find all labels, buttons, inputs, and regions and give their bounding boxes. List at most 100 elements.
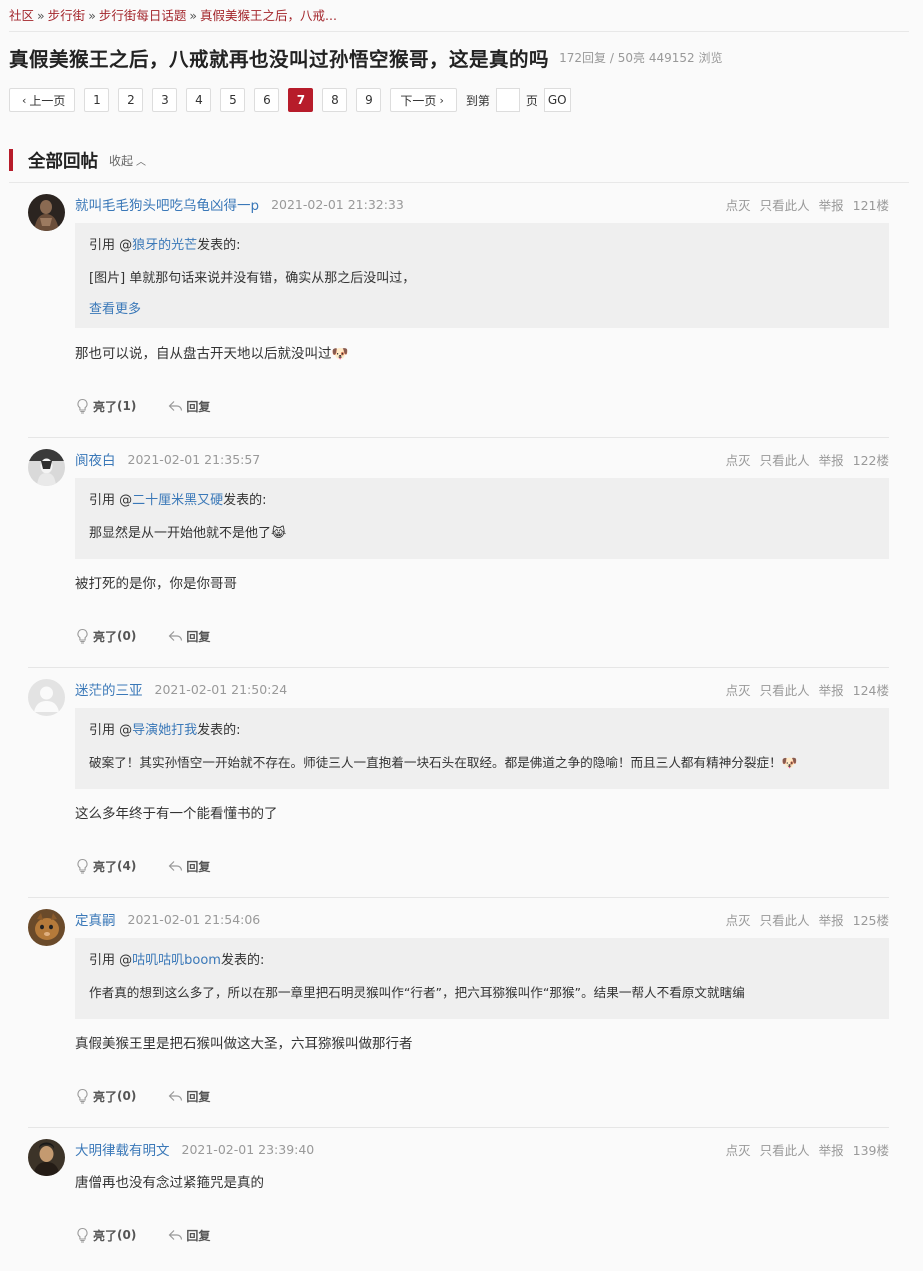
dislike-button[interactable]: 点灭 xyxy=(726,680,751,699)
collapse-button[interactable]: 收起 ︿ xyxy=(109,152,146,169)
only-this-user-button[interactable]: 只看此人 xyxy=(760,910,810,929)
username-link[interactable]: 阆夜白 xyxy=(75,449,116,469)
page-button-9[interactable]: 9 xyxy=(356,88,382,112)
quote-text: [图片] 单就那句话来说并没有错，确实从那之后没叫过， xyxy=(89,270,416,286)
post-actions: 点灭 只看此人 举报 124楼 xyxy=(717,680,889,699)
pagination: ‹ 上一页 1 2 3 4 5 6 7 8 9 下一页 › 到第 页 GO xyxy=(9,88,571,112)
go-button[interactable]: GO xyxy=(543,88,571,112)
page-button-5[interactable]: 5 xyxy=(220,88,246,112)
breadcrumb-item-daily-topic[interactable]: 步行街每日话题 xyxy=(99,8,187,23)
page-button-2[interactable]: 2 xyxy=(118,88,144,112)
goto-page-input[interactable] xyxy=(495,88,520,112)
quote-user-link[interactable]: 二十厘米黑又硬 xyxy=(132,489,223,508)
only-this-user-button[interactable]: 只看此人 xyxy=(760,195,810,214)
page-button-3[interactable]: 3 xyxy=(152,88,178,112)
report-button[interactable]: 举报 xyxy=(819,450,844,469)
only-this-user-button[interactable]: 只看此人 xyxy=(760,450,810,469)
page-title: 真假美猴王之后，八戒就再也没叫过孙悟空猴哥，这是真的吗 xyxy=(9,48,550,71)
dislike-button[interactable]: 点灭 xyxy=(726,450,751,469)
quote-header: 引用 @ 咕叽咕叽boom 发表的: xyxy=(89,948,875,968)
breadcrumb-item-buxingjie[interactable]: 步行街 xyxy=(48,8,86,23)
floor-number: 125楼 xyxy=(852,912,889,928)
post-header: 定真嗣 2021-02-01 21:54:06 点灭 只看此人 举报 125楼 xyxy=(75,909,889,930)
light-count: (0) xyxy=(117,1089,137,1103)
post-body: 被打死的是你，你是你哥哥 xyxy=(75,576,237,592)
page-button-1[interactable]: 1 xyxy=(84,88,110,112)
reply-icon xyxy=(168,631,183,641)
quote-header: 引用 @ 二十厘米黑又硬 发表的: xyxy=(89,488,875,508)
avatar[interactable] xyxy=(28,449,65,486)
quote-user-link[interactable]: 导演她打我 xyxy=(132,719,197,738)
post-body: 唐僧再也没有念过紧箍咒是真的 xyxy=(75,1175,264,1191)
post-item: 就叫毛毛狗头吧吃乌龟凶得一p 2021-02-01 21:32:33 点灭 只看… xyxy=(28,194,889,424)
reply-button[interactable]: 回复 xyxy=(168,858,210,875)
page-button-4[interactable]: 4 xyxy=(186,88,212,112)
lightbulb-icon xyxy=(77,1088,88,1104)
quote-suffix: 发表的: xyxy=(197,722,241,738)
avatar[interactable] xyxy=(28,1139,65,1176)
section-accent-bar xyxy=(9,149,13,171)
light-label: 亮了 xyxy=(93,1228,118,1243)
quote-user-link[interactable]: 狼牙的光芒 xyxy=(132,234,197,253)
page-button-8[interactable]: 8 xyxy=(322,88,348,112)
report-button[interactable]: 举报 xyxy=(819,680,844,699)
reply-button[interactable]: 回复 xyxy=(168,1227,210,1244)
quote-prefix: 引用 @ xyxy=(89,722,133,738)
username-link[interactable]: 就叫毛毛狗头吧吃乌龟凶得一p xyxy=(75,194,259,214)
dislike-button[interactable]: 点灭 xyxy=(726,910,751,929)
lightbulb-icon xyxy=(77,858,88,874)
reply-button[interactable]: 回复 xyxy=(168,1088,210,1105)
username-link[interactable]: 迷茫的三亚 xyxy=(75,679,143,699)
view-more-link[interactable]: 查看更多 xyxy=(89,297,875,317)
only-this-user-button[interactable]: 只看此人 xyxy=(760,1140,810,1159)
quote-prefix: 引用 @ xyxy=(89,237,133,253)
post-time: 2021-02-01 21:32:33 xyxy=(271,196,404,212)
username-link[interactable]: 定真嗣 xyxy=(75,909,116,929)
light-label: 亮了 xyxy=(93,399,118,414)
reply-label: 回复 xyxy=(186,1228,211,1243)
quote-user-link[interactable]: 咕叽咕叽boom xyxy=(132,949,221,968)
quote-block: 引用 @ 导演她打我 发表的: 破案了！其实孙悟空一开始就不存在。师徒三人一直抱着… xyxy=(75,708,889,789)
quote-suffix: 发表的: xyxy=(220,952,265,968)
prev-page-button[interactable]: ‹ 上一页 xyxy=(9,88,76,112)
avatar[interactable] xyxy=(28,679,65,716)
reply-label: 回复 xyxy=(186,399,211,414)
light-button[interactable]: 亮了 (0) xyxy=(75,1088,136,1105)
light-label: 亮了 xyxy=(93,1089,118,1104)
quote-block: 引用 @ 二十厘米黑又硬 发表的: 那显然是从一开始他就不是他了😹 xyxy=(75,478,889,559)
report-button[interactable]: 举报 xyxy=(819,195,844,214)
light-button[interactable]: 亮了 (4) xyxy=(75,858,136,875)
post-body: 那也可以说，自从盘古开天地以后就没叫过🐶 xyxy=(75,346,349,362)
avatar[interactable] xyxy=(28,194,65,231)
post-footer: 亮了 (0) 回复 xyxy=(75,1086,210,1106)
breadcrumb-item-community[interactable]: 社区 xyxy=(9,8,34,23)
divider xyxy=(9,31,909,32)
thread-stats: 172回复 / 50亮 449152 浏览 xyxy=(559,51,723,65)
reply-button[interactable]: 回复 xyxy=(168,398,210,415)
breadcrumb-item-current-thread[interactable]: 真假美猴王之后，八戒... xyxy=(200,8,337,23)
collapse-label: 收起 xyxy=(109,153,134,168)
light-count: (4) xyxy=(117,859,137,873)
quote-header: 引用 @ 导演她打我 发表的: xyxy=(89,718,875,738)
post-actions: 点灭 只看此人 举报 122楼 xyxy=(717,450,889,469)
next-page-label: 下一页 xyxy=(400,93,437,108)
only-this-user-button[interactable]: 只看此人 xyxy=(760,680,810,699)
dislike-button[interactable]: 点灭 xyxy=(726,1140,751,1159)
reply-button[interactable]: 回复 xyxy=(168,628,210,645)
page-button-7-current[interactable]: 7 xyxy=(288,88,314,112)
post-time: 2021-02-01 21:54:06 xyxy=(127,911,261,927)
report-button[interactable]: 举报 xyxy=(819,1140,844,1159)
page-button-6[interactable]: 6 xyxy=(254,88,280,112)
next-page-button[interactable]: 下一页 › xyxy=(390,88,457,112)
report-button[interactable]: 举报 xyxy=(819,910,844,929)
floor-number: 124楼 xyxy=(852,682,889,698)
dislike-button[interactable]: 点灭 xyxy=(726,195,751,214)
post-divider xyxy=(28,1127,889,1128)
light-button[interactable]: 亮了 (0) xyxy=(75,628,136,645)
avatar[interactable] xyxy=(28,909,65,946)
quote-prefix: 引用 @ xyxy=(89,492,133,508)
light-button[interactable]: 亮了 (1) xyxy=(75,398,136,415)
username-link[interactable]: 大明律载有明文 xyxy=(75,1139,170,1159)
light-button[interactable]: 亮了 (0) xyxy=(75,1227,136,1244)
prev-page-label: 上一页 xyxy=(29,93,66,108)
